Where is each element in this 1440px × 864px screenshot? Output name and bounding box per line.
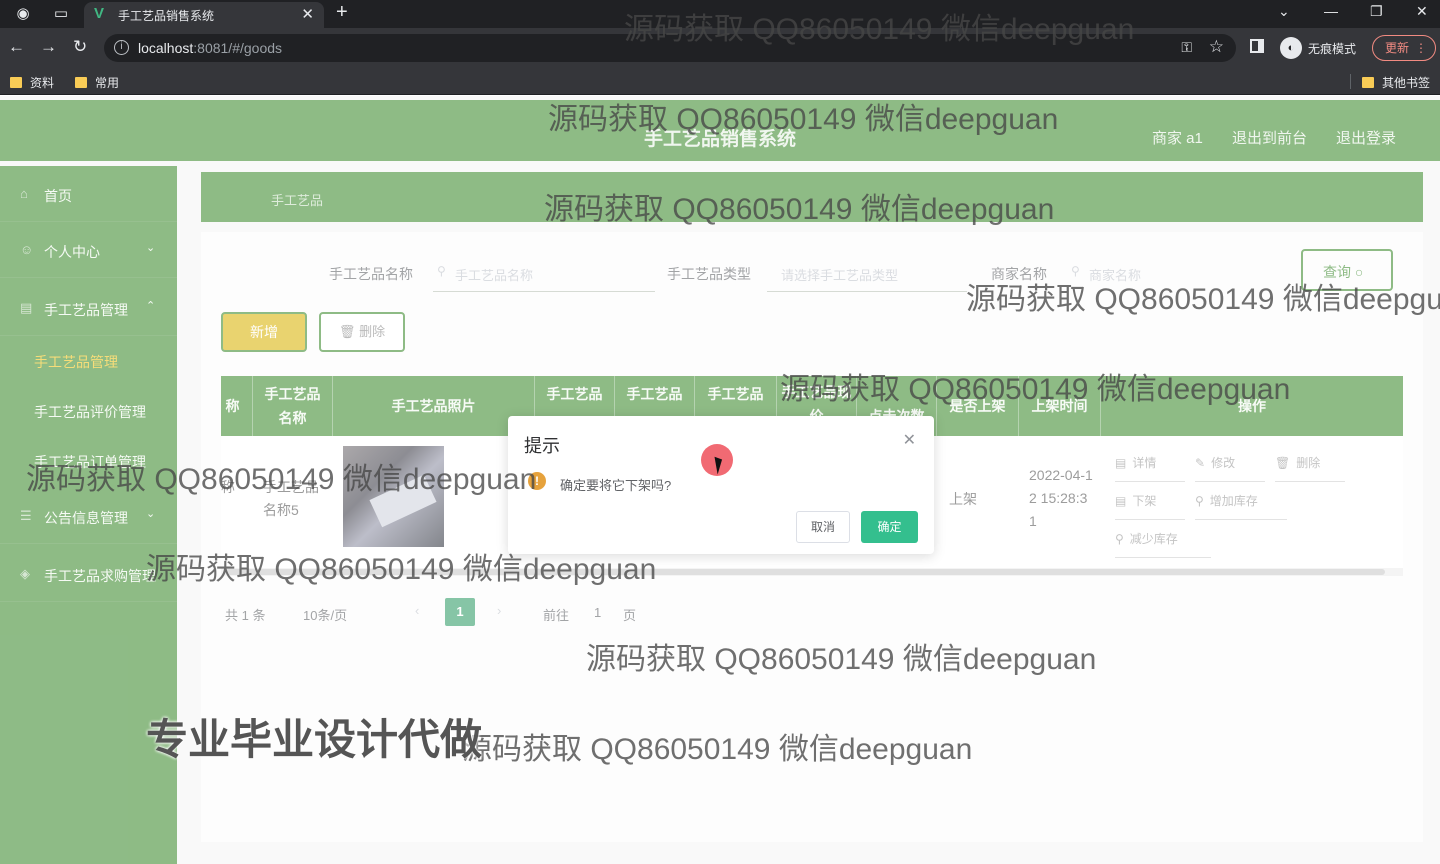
forward-icon[interactable]: → [40,37,57,57]
confirm-dialog: 提示 ✕ ! 确定要将它下架吗? 取消 确定 [508,416,934,554]
promo-watermark: 专业毕业设计代做 [146,716,483,763]
browser-profile-icon[interactable]: ◉ [14,5,32,23]
bookmark-star-icon[interactable]: ☆ [1209,37,1224,57]
site-info-icon[interactable]: i [114,40,129,55]
warning-icon: ! [528,472,546,490]
dialog-message: 确定要将它下架吗? [560,478,672,493]
folder-icon [1362,77,1374,88]
vue-favicon-icon: V [94,5,105,22]
side-panel-icon[interactable] [1250,39,1264,53]
bookmarks-bar: 资料 常用 其他书签 [0,68,1440,95]
url-text: localhost:8081/#/goods [138,40,283,56]
other-bookmarks[interactable]: 其他书签 [1362,74,1430,91]
address-bar[interactable]: i localhost:8081/#/goods ⚿ ☆ [104,34,1236,62]
incognito-label: 无痕模式 [1308,42,1357,56]
incognito-icon[interactable]: ◐ [1280,37,1302,59]
new-tab-icon[interactable]: + [336,1,348,24]
folder-icon [75,77,87,88]
close-icon[interactable]: ✕ [903,430,916,450]
dialog-title: 提示 [524,436,560,456]
cancel-button[interactable]: 取消 [796,511,850,543]
tab-close-icon[interactable]: ✕ [301,5,314,23]
folder-icon [10,77,22,88]
tab-title: 手工艺品销售系统 [118,9,215,23]
address-toolbar: ← → ↻ i localhost:8081/#/goods ⚿ ☆ ◐ 无痕模… [0,28,1440,68]
tab-search-icon[interactable]: ▭ [52,5,70,23]
browser-tab[interactable]: V 手工艺品销售系统 ✕ [84,2,324,28]
confirm-button[interactable]: 确定 [861,511,918,543]
minimize-icon[interactable]: — [1324,3,1338,19]
bookmark-separator [1350,74,1351,89]
password-key-icon[interactable]: ⚿ [1181,39,1192,56]
more-menu-icon: ⋮ [1415,41,1427,55]
update-button[interactable]: 更新 ⋮ [1372,35,1436,61]
restore-icon[interactable]: ❐ [1370,3,1383,20]
back-icon[interactable]: ← [8,37,25,57]
reload-icon[interactable]: ↻ [73,37,87,57]
bookmark-folder[interactable]: 资料 [10,74,54,91]
bookmark-folder[interactable]: 常用 [75,74,119,91]
window-close-icon[interactable]: ✕ [1416,3,1428,20]
browser-tab-strip: ◉ ▭ V 手工艺品销售系统 ✕ + ⌄ — ❐ ✕ [0,0,1440,28]
tab-list-chevron-icon[interactable]: ⌄ [1278,3,1290,20]
